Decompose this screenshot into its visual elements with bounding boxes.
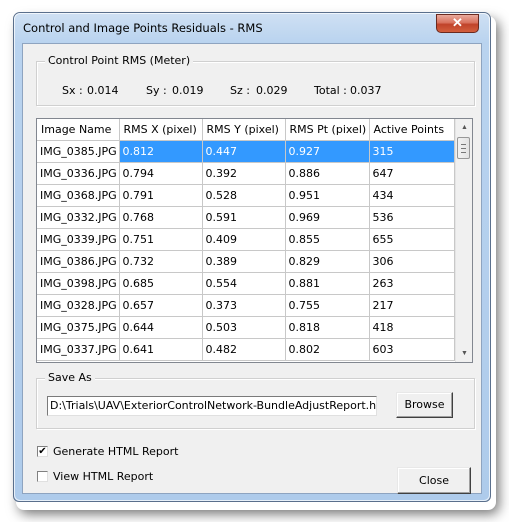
cell-rms-y: 0.392 xyxy=(202,162,286,185)
scrollbar-thumb[interactable] xyxy=(457,137,470,159)
dialog-client-area: Control Point RMS (Meter) Sx : 0.014 Sy … xyxy=(22,43,482,494)
browse-button[interactable]: Browse xyxy=(396,392,453,418)
cell-rms-x: 0.657 xyxy=(119,294,203,317)
cell-image-name: IMG_0332.JPG xyxy=(37,206,120,229)
table-vertical-scrollbar[interactable]: ▲ ▼ xyxy=(455,119,472,362)
cell-rms-y: 0.373 xyxy=(202,294,286,317)
cell-active-points: 536 xyxy=(369,206,455,229)
column-header-active-points[interactable]: Active Points xyxy=(369,119,455,141)
cell-rms-pt: 0.818 xyxy=(285,316,370,339)
table-row[interactable]: IMG_0328.JPG 0.657 0.373 0.755 217 xyxy=(37,294,455,317)
cell-active-points: 434 xyxy=(369,184,455,207)
cell-rms-x: 0.812 xyxy=(119,140,203,163)
control-point-rms-legend: Control Point RMS (Meter) xyxy=(45,54,194,67)
column-header-rms-x[interactable]: RMS X (pixel) xyxy=(119,119,203,141)
cell-image-name: IMG_0336.JPG xyxy=(37,162,120,185)
view-html-report-label[interactable]: View HTML Report xyxy=(53,470,153,483)
cell-rms-y: 0.528 xyxy=(202,184,286,207)
cell-active-points: 263 xyxy=(369,272,455,295)
cell-image-name: IMG_0385.JPG xyxy=(37,140,120,163)
table-row[interactable]: IMG_0339.JPG 0.751 0.409 0.855 655 xyxy=(37,228,455,251)
cell-rms-pt: 0.951 xyxy=(285,184,370,207)
table-row[interactable]: IMG_0337.JPG 0.641 0.482 0.802 603 xyxy=(37,338,455,361)
cell-image-name: IMG_0328.JPG xyxy=(37,294,120,317)
table-row[interactable]: IMG_0385.JPG 0.812 0.447 0.927 315 xyxy=(37,140,455,163)
column-header-rms-y[interactable]: RMS Y (pixel) xyxy=(202,119,286,141)
cell-active-points: 217 xyxy=(369,294,455,317)
scroll-down-arrow-icon[interactable]: ▼ xyxy=(456,345,472,362)
cell-active-points: 655 xyxy=(369,228,455,251)
table-header-row: Image Name RMS X (pixel) RMS Y (pixel) R… xyxy=(37,119,455,141)
cell-rms-x: 0.685 xyxy=(119,272,203,295)
window-close-button[interactable]: ✕ xyxy=(436,14,479,33)
window-title: Control and Image Points Residuals - RMS xyxy=(23,21,263,35)
sx-label: Sx : xyxy=(62,84,83,97)
cell-active-points: 603 xyxy=(369,338,455,361)
save-as-group: Save As D:\Trials\UAV\ExteriorControlNet… xyxy=(36,371,475,429)
table-row[interactable]: IMG_0398.JPG 0.685 0.554 0.881 263 xyxy=(37,272,455,295)
cell-rms-y: 0.389 xyxy=(202,250,286,273)
close-icon: ✕ xyxy=(452,15,463,30)
cell-rms-x: 0.751 xyxy=(119,228,203,251)
save-path-input[interactable]: D:\Trials\UAV\ExteriorControlNetwork-Bun… xyxy=(47,396,377,416)
cell-rms-pt: 0.802 xyxy=(285,338,370,361)
save-as-legend: Save As xyxy=(45,371,95,384)
checkmark-icon: ✔ xyxy=(38,446,47,457)
cell-image-name: IMG_0368.JPG xyxy=(37,184,120,207)
cell-active-points: 315 xyxy=(369,140,455,163)
cell-rms-y: 0.554 xyxy=(202,272,286,295)
cell-rms-pt: 0.855 xyxy=(285,228,370,251)
cell-rms-y: 0.503 xyxy=(202,316,286,339)
sx-value: 0.014 xyxy=(87,84,119,97)
cell-rms-y: 0.482 xyxy=(202,338,286,361)
scroll-up-arrow-icon[interactable]: ▲ xyxy=(456,119,472,136)
residuals-table[interactable]: Image Name RMS X (pixel) RMS Y (pixel) R… xyxy=(36,118,473,363)
cell-rms-y: 0.591 xyxy=(202,206,286,229)
column-header-image-name[interactable]: Image Name xyxy=(37,119,120,141)
table-row[interactable]: IMG_0368.JPG 0.791 0.528 0.951 434 xyxy=(37,184,455,207)
cell-rms-y: 0.447 xyxy=(202,140,286,163)
sz-label: Sz : xyxy=(230,84,250,97)
cell-rms-x: 0.641 xyxy=(119,338,203,361)
cell-active-points: 418 xyxy=(369,316,455,339)
cell-rms-x: 0.791 xyxy=(119,184,203,207)
cell-rms-pt: 0.927 xyxy=(285,140,370,163)
sy-label: Sy : xyxy=(146,84,167,97)
dialog-window: Control and Image Points Residuals - RMS… xyxy=(13,12,491,502)
column-header-rms-pt[interactable]: RMS Pt (pixel) xyxy=(285,119,370,141)
cell-rms-x: 0.768 xyxy=(119,206,203,229)
residuals-grid: Image Name RMS X (pixel) RMS Y (pixel) R… xyxy=(37,119,455,361)
table-row[interactable]: IMG_0332.JPG 0.768 0.591 0.969 536 xyxy=(37,206,455,229)
table-row[interactable]: IMG_0375.JPG 0.644 0.503 0.818 418 xyxy=(37,316,455,339)
cell-rms-x: 0.732 xyxy=(119,250,203,273)
cell-image-name: IMG_0375.JPG xyxy=(37,316,120,339)
table-row[interactable]: IMG_0336.JPG 0.794 0.392 0.886 647 xyxy=(37,162,455,185)
total-value: 0.037 xyxy=(350,84,382,97)
cell-rms-pt: 0.969 xyxy=(285,206,370,229)
cell-rms-pt: 0.755 xyxy=(285,294,370,317)
cell-active-points: 647 xyxy=(369,162,455,185)
generate-html-report-label[interactable]: Generate HTML Report xyxy=(53,445,178,458)
cell-active-points: 306 xyxy=(369,250,455,273)
cell-rms-pt: 0.829 xyxy=(285,250,370,273)
cell-rms-pt: 0.881 xyxy=(285,272,370,295)
table-row[interactable]: IMG_0386.JPG 0.732 0.389 0.829 306 xyxy=(37,250,455,273)
view-html-report-checkbox[interactable] xyxy=(37,471,48,482)
control-point-rms-group: Control Point RMS (Meter) Sx : 0.014 Sy … xyxy=(36,54,475,106)
cell-image-name: IMG_0337.JPG xyxy=(37,338,120,361)
generate-html-report-checkbox[interactable]: ✔ xyxy=(37,446,48,457)
cell-rms-x: 0.794 xyxy=(119,162,203,185)
cell-image-name: IMG_0339.JPG xyxy=(37,228,120,251)
cell-rms-y: 0.409 xyxy=(202,228,286,251)
cell-rms-pt: 0.886 xyxy=(285,162,370,185)
close-button[interactable]: Close xyxy=(397,467,471,494)
cell-rms-x: 0.644 xyxy=(119,316,203,339)
sz-value: 0.029 xyxy=(256,84,288,97)
cell-image-name: IMG_0398.JPG xyxy=(37,272,120,295)
cell-image-name: IMG_0386.JPG xyxy=(37,250,120,273)
sy-value: 0.019 xyxy=(172,84,204,97)
total-label: Total : xyxy=(314,84,347,97)
